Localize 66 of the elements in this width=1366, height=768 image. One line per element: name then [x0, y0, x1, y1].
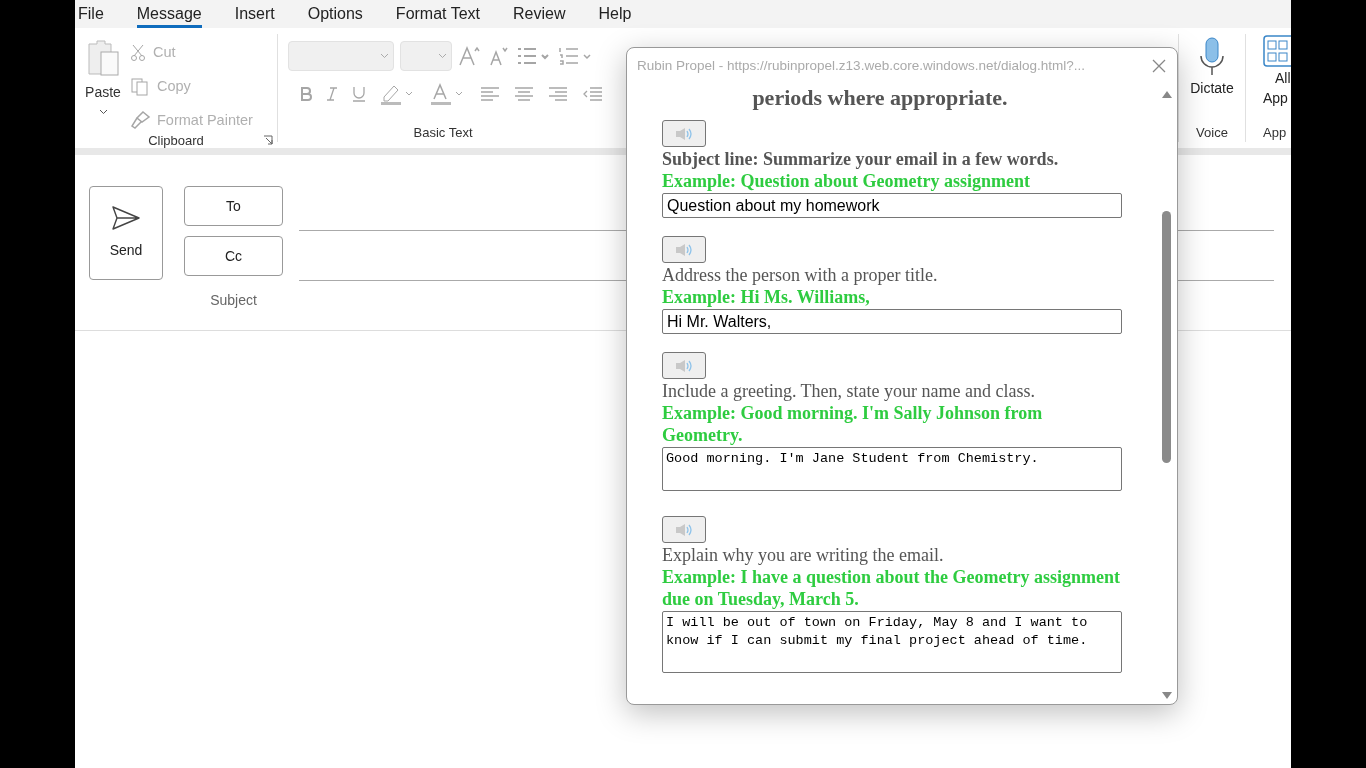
- answer-box[interactable]: I will be out of town on Friday, May 8 and I want to know if I can submit my final project ahead of time.: [662, 611, 1122, 673]
- clipboard-icon: [85, 38, 121, 78]
- paste-button[interactable]: Paste: [75, 38, 131, 132]
- grow-font-icon[interactable]: [458, 45, 482, 67]
- instruction-text: Include a greeting. Then, state your name and class.: [662, 380, 1036, 402]
- numbered-list-icon[interactable]: [558, 46, 594, 66]
- align-center-icon[interactable]: [514, 86, 534, 102]
- cc-button[interactable]: Cc: [184, 236, 283, 276]
- speaker-icon: [673, 522, 695, 537]
- subject-label: Subject: [209, 291, 258, 310]
- answer-box[interactable]: Good morning. I'm Jane Student from Chemistry.: [662, 447, 1122, 491]
- menu-tab[interactable]: Help: [598, 0, 632, 28]
- instruction-text: Explain why you are writing the email.: [662, 544, 944, 566]
- scroll-up-icon[interactable]: [1161, 90, 1172, 98]
- align-right-icon[interactable]: [548, 86, 568, 102]
- answer-field[interactable]: Hi Mr. Walters,: [662, 309, 1122, 334]
- launcher-icon[interactable]: [263, 135, 273, 146]
- italic-icon[interactable]: [326, 87, 338, 101]
- send-icon: [112, 205, 140, 230]
- close-button[interactable]: [1151, 58, 1167, 74]
- send-button[interactable]: Send: [89, 186, 163, 280]
- menu-tab[interactable]: Format Text: [395, 0, 481, 28]
- speaker-button[interactable]: [662, 120, 706, 147]
- outdent-icon[interactable]: [582, 86, 602, 102]
- apps-grid-icon: [1263, 34, 1291, 68]
- dialog-title: Rubin Propel - https://rubinpropel.z13.web.core.windows.net/dialog.html?...: [637, 56, 1086, 75]
- example-text: Example: I have a question about the Geometry assignment due on Tuesday, March 5.: [662, 566, 1121, 610]
- bold-icon[interactable]: [300, 87, 312, 101]
- example-text: Example: Question about Geometry assignment: [662, 170, 1031, 192]
- speaker-icon: [673, 126, 695, 141]
- microphone-icon: [1198, 36, 1226, 76]
- menu-tab[interactable]: Insert: [234, 0, 275, 28]
- example-text: Example: Hi Ms. Williams,: [662, 286, 871, 308]
- dialog-heading: periods where appropriate.: [751, 84, 1009, 112]
- group-label: Basic Text: [413, 123, 473, 142]
- all-apps-button[interactable]: All App: [1263, 34, 1291, 108]
- bullet-list-icon[interactable]: [516, 46, 552, 66]
- menu-tab[interactable]: Review: [513, 0, 566, 28]
- brush-icon: [131, 111, 151, 130]
- speaker-icon: [673, 358, 695, 373]
- group-label: Clipboard: [148, 131, 204, 150]
- instruction-text: Subject line: Summarize your email in a few words.: [662, 148, 1059, 170]
- menu-tab[interactable]: File: [78, 0, 104, 28]
- scissors-icon: [131, 43, 145, 62]
- chevron-icon: [98, 109, 108, 115]
- scroll-thumb[interactable]: [1162, 211, 1171, 463]
- answer-field[interactable]: Question about my homework: [662, 193, 1122, 218]
- scroll-down-icon[interactable]: [1161, 692, 1172, 700]
- chevron-icon: [438, 53, 447, 59]
- chevron-icon: [380, 53, 389, 59]
- underline-icon[interactable]: [352, 86, 366, 102]
- speaker-icon: [673, 242, 695, 257]
- group-label: App: [1263, 123, 1287, 142]
- menu-tab[interactable]: Options: [307, 0, 363, 28]
- example-text: Example: Good morning. I'm Sally Johnson from Geometry.: [662, 402, 1044, 446]
- close-icon: [1152, 59, 1166, 73]
- shrink-font-icon[interactable]: [488, 45, 510, 67]
- speaker-button[interactable]: [662, 352, 706, 379]
- instruction-text: Address the person with a proper title.: [662, 264, 938, 286]
- speaker-button[interactable]: [662, 516, 706, 543]
- dictate-button[interactable]: Dictate: [1190, 34, 1234, 99]
- group-label: Voice: [1196, 123, 1228, 142]
- align-left-icon[interactable]: [480, 86, 500, 102]
- copy-icon: [131, 77, 149, 96]
- speaker-button[interactable]: [662, 236, 706, 263]
- to-button[interactable]: To: [184, 186, 283, 226]
